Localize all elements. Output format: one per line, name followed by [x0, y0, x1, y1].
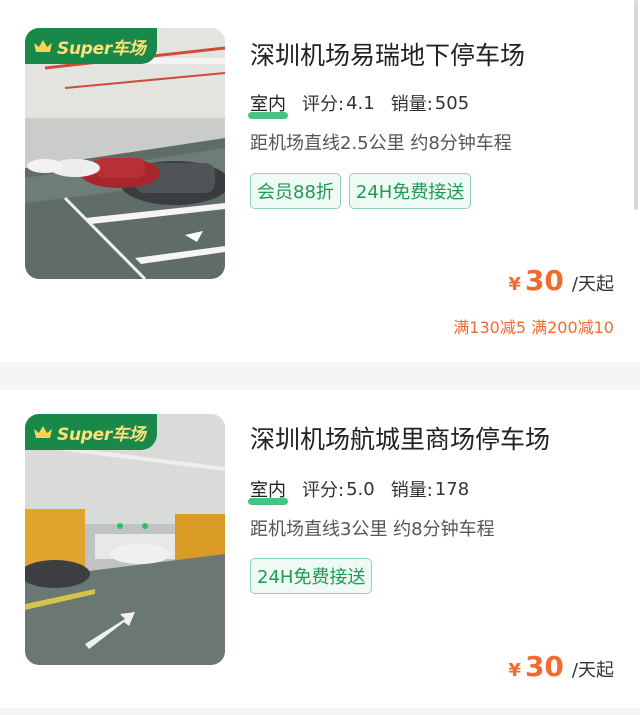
- sales-value: 505: [434, 92, 470, 114]
- price-display: ¥ 30 /天起: [508, 650, 614, 683]
- parking-listing-card[interactable]: Super车场 深圳机场易瑞地下停车场 室内 评分: 4.1 销量: 505 距…: [0, 0, 640, 362]
- price-unit: /天起: [571, 274, 614, 295]
- indoor-label: 室内: [250, 480, 286, 501]
- distance-text: 距机场直线3公里 约8分钟车程: [250, 519, 495, 540]
- badge-label: Super车场: [57, 424, 146, 445]
- super-parking-badge: Super车场: [25, 414, 158, 450]
- parking-lot-photo[interactable]: Super车场: [25, 414, 225, 665]
- parking-listing-card[interactable]: Super车场 深圳机场航城里商场停车场 室内 评分: 5.0 销量: 178 …: [0, 390, 640, 708]
- super-parking-badge: Super车场: [25, 28, 158, 64]
- feature-tags: 24H免费接送: [250, 558, 373, 594]
- crown-icon: [34, 40, 52, 52]
- rating-label: 评分:: [302, 94, 345, 115]
- parking-lot-title[interactable]: 深圳机场航城里商场停车场: [250, 420, 550, 456]
- parking-meta-row: 室内 评分: 5.0 销量: 178: [250, 476, 485, 502]
- promo-text: 满130减5 满200减10: [453, 318, 614, 337]
- currency-symbol: ¥: [508, 274, 521, 295]
- sales-value: 178: [434, 478, 470, 500]
- parking-photo-image: [25, 414, 225, 665]
- indoor-label: 室内: [250, 94, 286, 115]
- distance-text: 距机场直线2.5公里 约8分钟车程: [250, 133, 512, 154]
- price-unit: /天起: [571, 660, 614, 681]
- rating-value: 4.1: [346, 92, 375, 114]
- rating-label: 评分:: [302, 480, 345, 501]
- price-display: ¥ 30 /天起: [508, 264, 614, 297]
- crown-icon: [34, 426, 52, 438]
- parking-meta-row: 室内 评分: 4.1 销量: 505: [250, 90, 485, 116]
- rating-value: 5.0: [346, 478, 375, 500]
- feature-tags: 会员88折 24H免费接送: [250, 173, 472, 209]
- currency-symbol: ¥: [508, 660, 521, 681]
- parking-lot-photo[interactable]: Super车场: [25, 28, 225, 279]
- parking-lot-title[interactable]: 深圳机场易瑞地下停车场: [250, 36, 525, 72]
- parking-photo-image: [25, 28, 225, 279]
- shuttle-tag: 24H免费接送: [250, 558, 373, 594]
- member-discount-tag: 会员88折: [250, 173, 341, 209]
- sales-label: 销量:: [390, 480, 433, 501]
- scrollbar[interactable]: [634, 0, 638, 210]
- sales-label: 销量:: [390, 94, 433, 115]
- price-value: 30: [524, 264, 564, 297]
- badge-label: Super车场: [57, 38, 146, 59]
- shuttle-tag: 24H免费接送: [348, 173, 472, 209]
- price-value: 30: [524, 650, 564, 683]
